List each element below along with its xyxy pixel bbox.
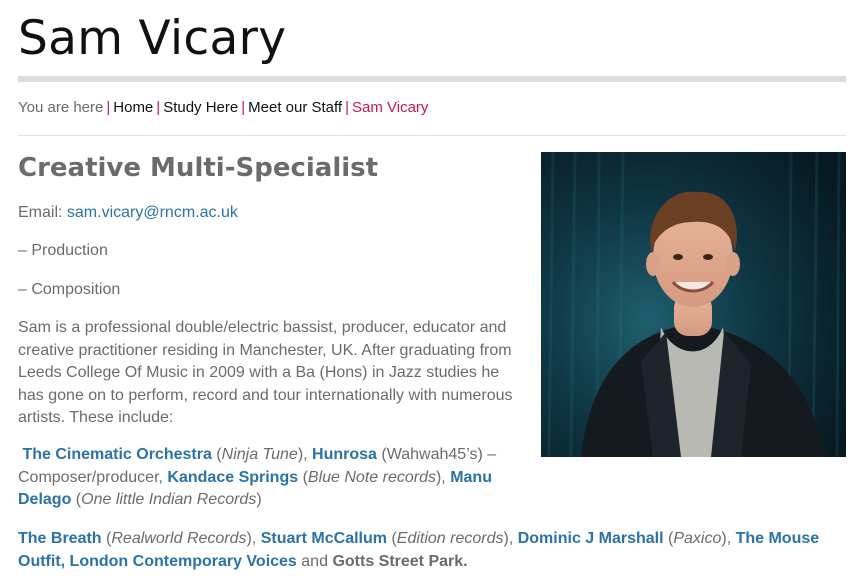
artist-link-the-breath[interactable]: The Breath <box>18 530 102 547</box>
title-divider <box>18 76 846 82</box>
artist-link-dominic-j-marshall[interactable]: Dominic J Marshall <box>518 530 664 547</box>
record-label: Edition records <box>396 530 504 547</box>
artist-link-kandace-springs[interactable]: Kandace Springs <box>167 469 298 486</box>
breadcrumb-prefix: You are here <box>18 99 104 116</box>
record-label: Paxico <box>673 530 722 547</box>
page-title: Sam Vicary <box>18 11 287 66</box>
breadcrumb-separator: | <box>241 99 246 116</box>
email-line: Email: sam.vicary@rncm.ac.uk <box>18 202 238 224</box>
artist-link-stuart-mccallum[interactable]: Stuart McCallum <box>261 530 387 547</box>
artist-role: Composer/producer, <box>18 468 163 486</box>
breadcrumb-study-here-link[interactable]: Study Here <box>163 99 238 116</box>
record-label: Realworld Records <box>111 530 247 547</box>
breadcrumb-home-link[interactable]: Home <box>113 99 153 116</box>
record-label: Blue Note records <box>307 468 436 486</box>
email-label: Email: <box>18 204 63 221</box>
bio-paragraph: Sam is a professional double/electric ba… <box>18 319 513 426</box>
record-label: Ninja Tune <box>221 446 298 463</box>
artist-link-hunrosa[interactable]: Hunrosa <box>312 446 377 463</box>
portrait-photo-icon <box>541 152 846 457</box>
breadcrumb-meet-our-staff-link[interactable]: Meet our Staff <box>248 99 342 116</box>
record-label: One little Indian Records <box>81 491 257 508</box>
record-label: Wahwah45’s <box>386 446 478 463</box>
and-text: and <box>301 552 328 570</box>
breadcrumb-divider <box>18 135 846 136</box>
breadcrumb-separator: | <box>106 99 111 116</box>
artist-link-cinematic-orchestra[interactable]: The Cinematic Orchestra <box>22 446 211 463</box>
specialism-composition: – Composition <box>18 281 121 298</box>
email-link[interactable]: sam.vicary@rncm.ac.uk <box>67 204 238 221</box>
breadcrumb-separator: | <box>156 99 161 116</box>
specialism-production: – Production <box>18 242 108 259</box>
breadcrumb: You are here | Home | Study Here | Meet our St… <box>18 98 428 118</box>
artists-paragraph-1: The Cinematic Orchestra (Ninja Tune), Hu… <box>18 446 497 508</box>
artist-link-london-contemporary-voices[interactable]: London Contemporary Voices <box>70 553 297 570</box>
staff-portrait-photo <box>541 152 846 457</box>
breadcrumb-current: Sam Vicary <box>352 99 429 116</box>
breadcrumb-separator: | <box>345 99 349 116</box>
artist-gotts-street-park: Gotts Street Park. <box>332 552 468 570</box>
staff-role-heading: Creative Multi-Specialist <box>18 153 379 183</box>
artists-paragraph-2: The Breath (Realworld Records), Stuart M… <box>18 530 820 570</box>
